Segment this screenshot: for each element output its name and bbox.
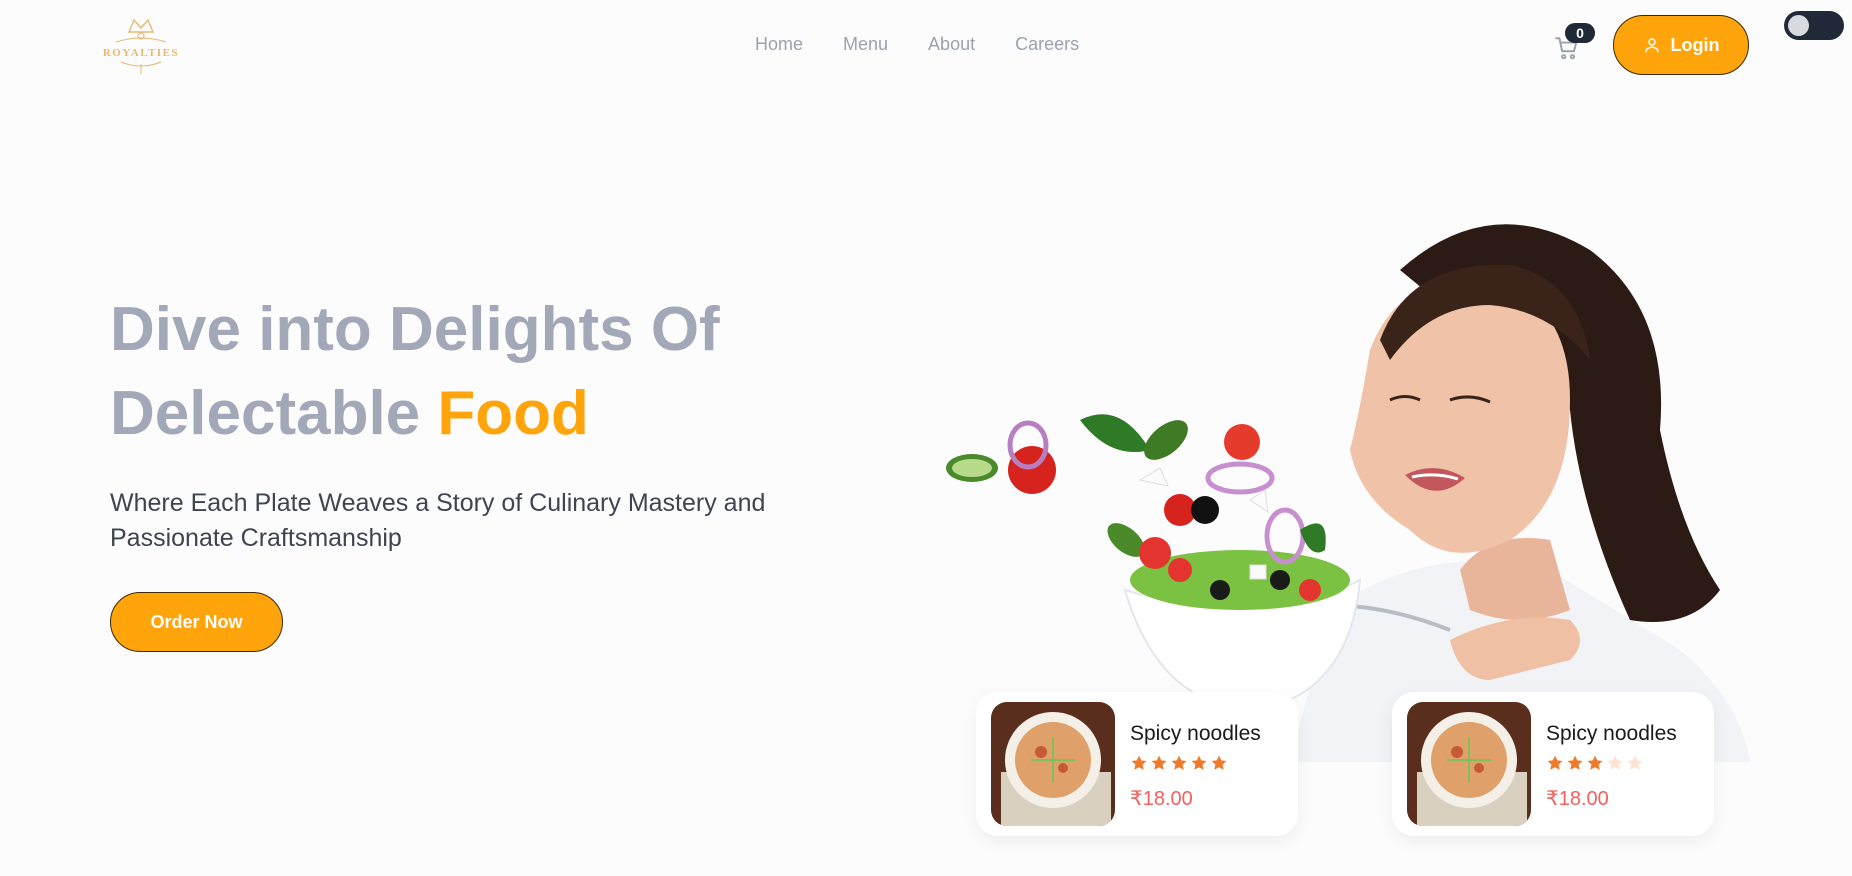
nav-about[interactable]: About	[928, 34, 975, 55]
hero-title-line1: Dive into Delights Of	[110, 295, 720, 364]
food-info: Spicy noodles ₹18.00	[1130, 718, 1261, 811]
star-icon	[1211, 755, 1227, 770]
star-icon	[1607, 755, 1623, 770]
star-icon	[1151, 755, 1167, 770]
noodle-bowl-image	[991, 702, 1115, 826]
hero-image	[930, 210, 1750, 762]
login-button[interactable]: Login	[1613, 15, 1749, 75]
rating-stars	[1130, 754, 1261, 772]
hero-title: Dive into Delights Of Delectable Food	[110, 288, 870, 456]
star-icon	[1171, 755, 1187, 770]
nav-menu[interactable]: Menu	[843, 34, 888, 55]
food-card[interactable]: Spicy noodles ₹18.00	[1392, 692, 1714, 836]
food-info: Spicy noodles ₹18.00	[1546, 718, 1677, 811]
user-icon	[1644, 38, 1659, 53]
login-label: Login	[1670, 34, 1720, 55]
food-card[interactable]: Spicy noodles ₹18.00	[976, 692, 1298, 836]
nav-careers[interactable]: Careers	[1015, 34, 1079, 55]
food-price: ₹18.00	[1130, 787, 1193, 810]
hero-title-accent: Food	[437, 379, 589, 448]
crown-logo-icon	[115, 18, 167, 74]
brand-name: ROYALTIES	[102, 47, 180, 59]
star-icon	[1627, 755, 1643, 770]
star-icon	[1191, 755, 1207, 770]
hero-title-line2: Delectable	[110, 379, 438, 448]
star-icon	[1587, 755, 1603, 770]
food-thumbnail	[991, 702, 1115, 826]
woman-eating-salad-illustration	[946, 224, 1750, 762]
nav-home[interactable]: Home	[755, 34, 803, 55]
star-icon	[1567, 755, 1583, 770]
food-name: Spicy noodles	[1130, 721, 1261, 745]
star-icon	[1131, 755, 1147, 770]
theme-toggle[interactable]	[1784, 11, 1844, 40]
toggle-knob	[1788, 15, 1809, 36]
main-nav: Home Menu About Careers	[755, 34, 1079, 55]
cart-count-badge: 0	[1565, 23, 1595, 43]
food-price: ₹18.00	[1546, 787, 1609, 810]
brand-logo[interactable]: ROYALTIES	[96, 14, 186, 76]
star-icon	[1547, 755, 1563, 770]
food-thumbnail	[1407, 702, 1531, 826]
rating-stars	[1546, 754, 1677, 772]
hero-subtitle: Where Each Plate Weaves a Story of Culin…	[110, 489, 766, 552]
order-now-button[interactable]: Order Now	[110, 592, 283, 652]
food-name: Spicy noodles	[1546, 721, 1677, 745]
noodle-bowl-image	[1407, 702, 1531, 826]
